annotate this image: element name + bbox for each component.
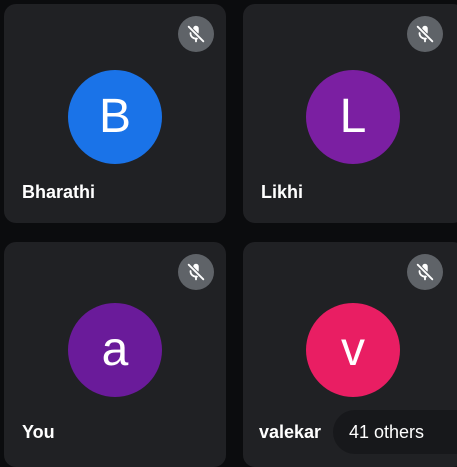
avatar: a [68, 303, 162, 397]
mic-off-icon [407, 254, 443, 290]
avatar: L [306, 70, 400, 164]
avatar: B [68, 70, 162, 164]
participant-name: You [22, 422, 55, 442]
avatar: v [306, 303, 400, 397]
mic-off-icon [178, 16, 214, 52]
participant-name: Bharathi [22, 182, 96, 202]
participant-tile[interactable]: L Likhi [243, 4, 457, 223]
participant-name: valekar [259, 422, 322, 442]
mic-off-icon [178, 254, 214, 290]
participant-tile[interactable]: B Bharathi [4, 4, 226, 223]
others-count-button[interactable]: 41 others [333, 410, 457, 454]
participant-tile[interactable]: a You [4, 242, 226, 467]
participant-grid: B Bharathi L Likhi a You v valekar 41 ot… [0, 0, 457, 467]
mic-off-icon [407, 16, 443, 52]
participant-name: Likhi [261, 182, 304, 202]
